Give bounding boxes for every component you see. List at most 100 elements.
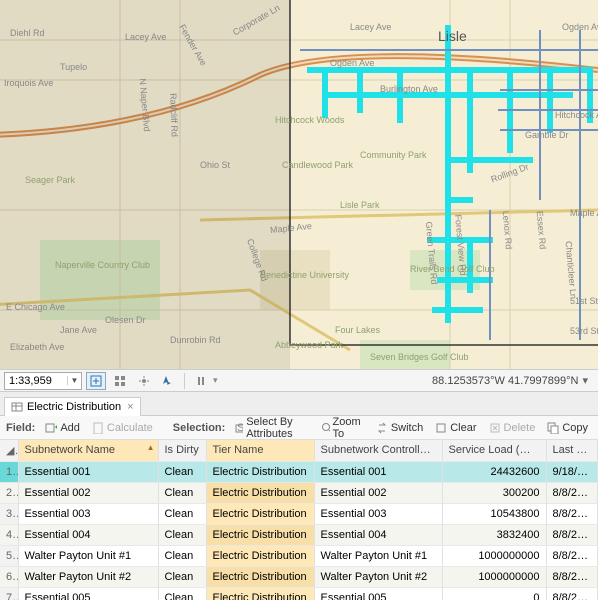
snap-tool-button[interactable]	[134, 372, 154, 390]
cell[interactable]: 8/8/2024 9:00:28 PM	[546, 566, 598, 587]
column-header[interactable]: Tier Name	[206, 440, 314, 461]
map-scale-input[interactable]	[5, 375, 67, 387]
north-arrow-button[interactable]: ▸	[158, 372, 178, 390]
cell[interactable]: Essential 005	[314, 587, 442, 600]
grid-tool-button[interactable]	[110, 372, 130, 390]
row-number[interactable]: 1	[0, 461, 18, 482]
copy-selection-button[interactable]: Copy	[543, 420, 592, 436]
copy-icon	[547, 422, 559, 434]
cell[interactable]: 9/18/2024 5:02:27 PM	[546, 461, 598, 482]
cell[interactable]: Essential 005	[18, 587, 158, 600]
cell[interactable]: 300200	[442, 482, 546, 503]
status-bar: ▼ ▸ ▾ 88.1253573°W 41.7997899°N ▾	[0, 370, 598, 392]
zoom-to-button[interactable]: Zoom To	[317, 414, 368, 442]
column-header[interactable]: Subnetwork Name▲	[18, 440, 158, 461]
pause-button[interactable]	[191, 372, 211, 390]
selection-label: Selection:	[173, 422, 226, 434]
switch-selection-button[interactable]: Switch	[372, 420, 427, 436]
table-icon	[11, 401, 23, 413]
map-scale-combo[interactable]: ▼	[4, 372, 82, 390]
cell[interactable]: Walter Payton Unit #1	[314, 545, 442, 566]
cell[interactable]: Clean	[158, 587, 206, 600]
column-header[interactable]: Last Update Subnetwork	[546, 440, 598, 461]
cell[interactable]: 8/8/2024 7:50:27 PM	[546, 482, 598, 503]
table-row[interactable]: 1Essential 001CleanElectric Distribution…	[0, 461, 598, 482]
cell[interactable]: Essential 003	[314, 503, 442, 524]
cell[interactable]: 8/8/2024 7:52:07 PM	[546, 524, 598, 545]
column-header[interactable]: Service Load (Watts)	[442, 440, 546, 461]
cell[interactable]: Electric Distribution	[206, 587, 314, 600]
cell[interactable]: Walter Payton Unit #2	[314, 566, 442, 587]
column-header[interactable]: Subnetwork Controller...	[314, 440, 442, 461]
attribute-table[interactable]: ◢ Subnetwork Name▲Is DirtyTier NameSubne…	[0, 440, 598, 600]
cell[interactable]: Clean	[158, 482, 206, 503]
row-number[interactable]: 5	[0, 545, 18, 566]
clear-selection-button[interactable]: Clear	[431, 420, 480, 436]
cell[interactable]: 8/8/2024 9:00:16 PM	[546, 545, 598, 566]
table-row[interactable]: 7Essential 005CleanElectric Distribution…	[0, 587, 598, 600]
cell[interactable]: 24432600	[442, 461, 546, 482]
table-row[interactable]: 5Walter Payton Unit #1CleanElectric Dist…	[0, 545, 598, 566]
chevron-down-icon[interactable]: ▾	[213, 375, 218, 386]
close-icon[interactable]: ×	[127, 401, 133, 413]
chevron-down-icon[interactable]: ▾	[582, 374, 588, 387]
cell[interactable]: Electric Distribution	[206, 524, 314, 545]
cell[interactable]: Essential 001	[18, 461, 158, 482]
cell[interactable]: Essential 003	[18, 503, 158, 524]
clear-icon	[435, 422, 447, 434]
table-row[interactable]: 3Essential 003CleanElectric Distribution…	[0, 503, 598, 524]
cell[interactable]: Essential 004	[314, 524, 442, 545]
select-by-attributes-button[interactable]: SQLSelect By Attributes	[231, 414, 312, 442]
cell[interactable]: 0	[442, 587, 546, 600]
switch-icon	[376, 422, 388, 434]
table-row[interactable]: 2Essential 002CleanElectric Distribution…	[0, 482, 598, 503]
cell[interactable]: Essential 001	[314, 461, 442, 482]
cell[interactable]: Electric Distribution	[206, 545, 314, 566]
cell[interactable]: Clean	[158, 461, 206, 482]
cell[interactable]: 1000000000	[442, 566, 546, 587]
row-number[interactable]: 7	[0, 587, 18, 600]
cell[interactable]: Clean	[158, 524, 206, 545]
cell[interactable]: Essential 002	[18, 482, 158, 503]
cell[interactable]: Walter Payton Unit #2	[18, 566, 158, 587]
cell[interactable]: Clean	[158, 566, 206, 587]
add-field-button[interactable]: Add	[41, 420, 84, 436]
cell[interactable]: Essential 002	[314, 482, 442, 503]
map-canvas[interactable]: Lisle Diehl Rd Lacey Ave Fender Ave Iroq…	[0, 0, 598, 370]
add-icon	[45, 422, 57, 434]
row-number[interactable]: 6	[0, 566, 18, 587]
row-number[interactable]: 4	[0, 524, 18, 545]
zoom-icon	[321, 422, 330, 434]
field-label: Field:	[6, 422, 35, 434]
row-number[interactable]: 2	[0, 482, 18, 503]
table-row[interactable]: 6Walter Payton Unit #2CleanElectric Dist…	[0, 566, 598, 587]
cell[interactable]: Electric Distribution	[206, 461, 314, 482]
dimmed-overlay	[0, 0, 290, 370]
column-header[interactable]: Is Dirty	[158, 440, 206, 461]
calculator-icon	[92, 422, 104, 434]
cell[interactable]: Electric Distribution	[206, 566, 314, 587]
cell[interactable]: 1000000000	[442, 545, 546, 566]
calculate-field-button: Calculate	[88, 420, 157, 436]
pan-tool-button[interactable]	[86, 372, 106, 390]
row-header-corner[interactable]: ◢	[0, 440, 18, 461]
tab-electric-distribution[interactable]: Electric Distribution ×	[4, 397, 141, 416]
cell[interactable]: 8/8/2024 9:00:00 PM	[546, 587, 598, 600]
svg-text:SQL: SQL	[237, 422, 243, 434]
table-row[interactable]: 4Essential 004CleanElectric Distribution…	[0, 524, 598, 545]
table-toolbar: Field: Add Calculate Selection: SQLSelec…	[0, 416, 598, 440]
cell[interactable]: Electric Distribution	[206, 503, 314, 524]
cell[interactable]: Walter Payton Unit #1	[18, 545, 158, 566]
table-tab-bar: Electric Distribution ×	[0, 392, 598, 416]
cell[interactable]: 10543800	[442, 503, 546, 524]
cell[interactable]: Clean	[158, 545, 206, 566]
cell[interactable]: 8/8/2024 7:51:44 PM	[546, 503, 598, 524]
cell[interactable]: 3832400	[442, 524, 546, 545]
cell[interactable]: Electric Distribution	[206, 482, 314, 503]
cell[interactable]: Clean	[158, 503, 206, 524]
cell[interactable]: Essential 004	[18, 524, 158, 545]
chevron-down-icon[interactable]: ▼	[67, 376, 81, 385]
row-number[interactable]: 3	[0, 503, 18, 524]
tab-label: Electric Distribution	[27, 401, 121, 413]
sql-icon: SQL	[235, 422, 243, 434]
